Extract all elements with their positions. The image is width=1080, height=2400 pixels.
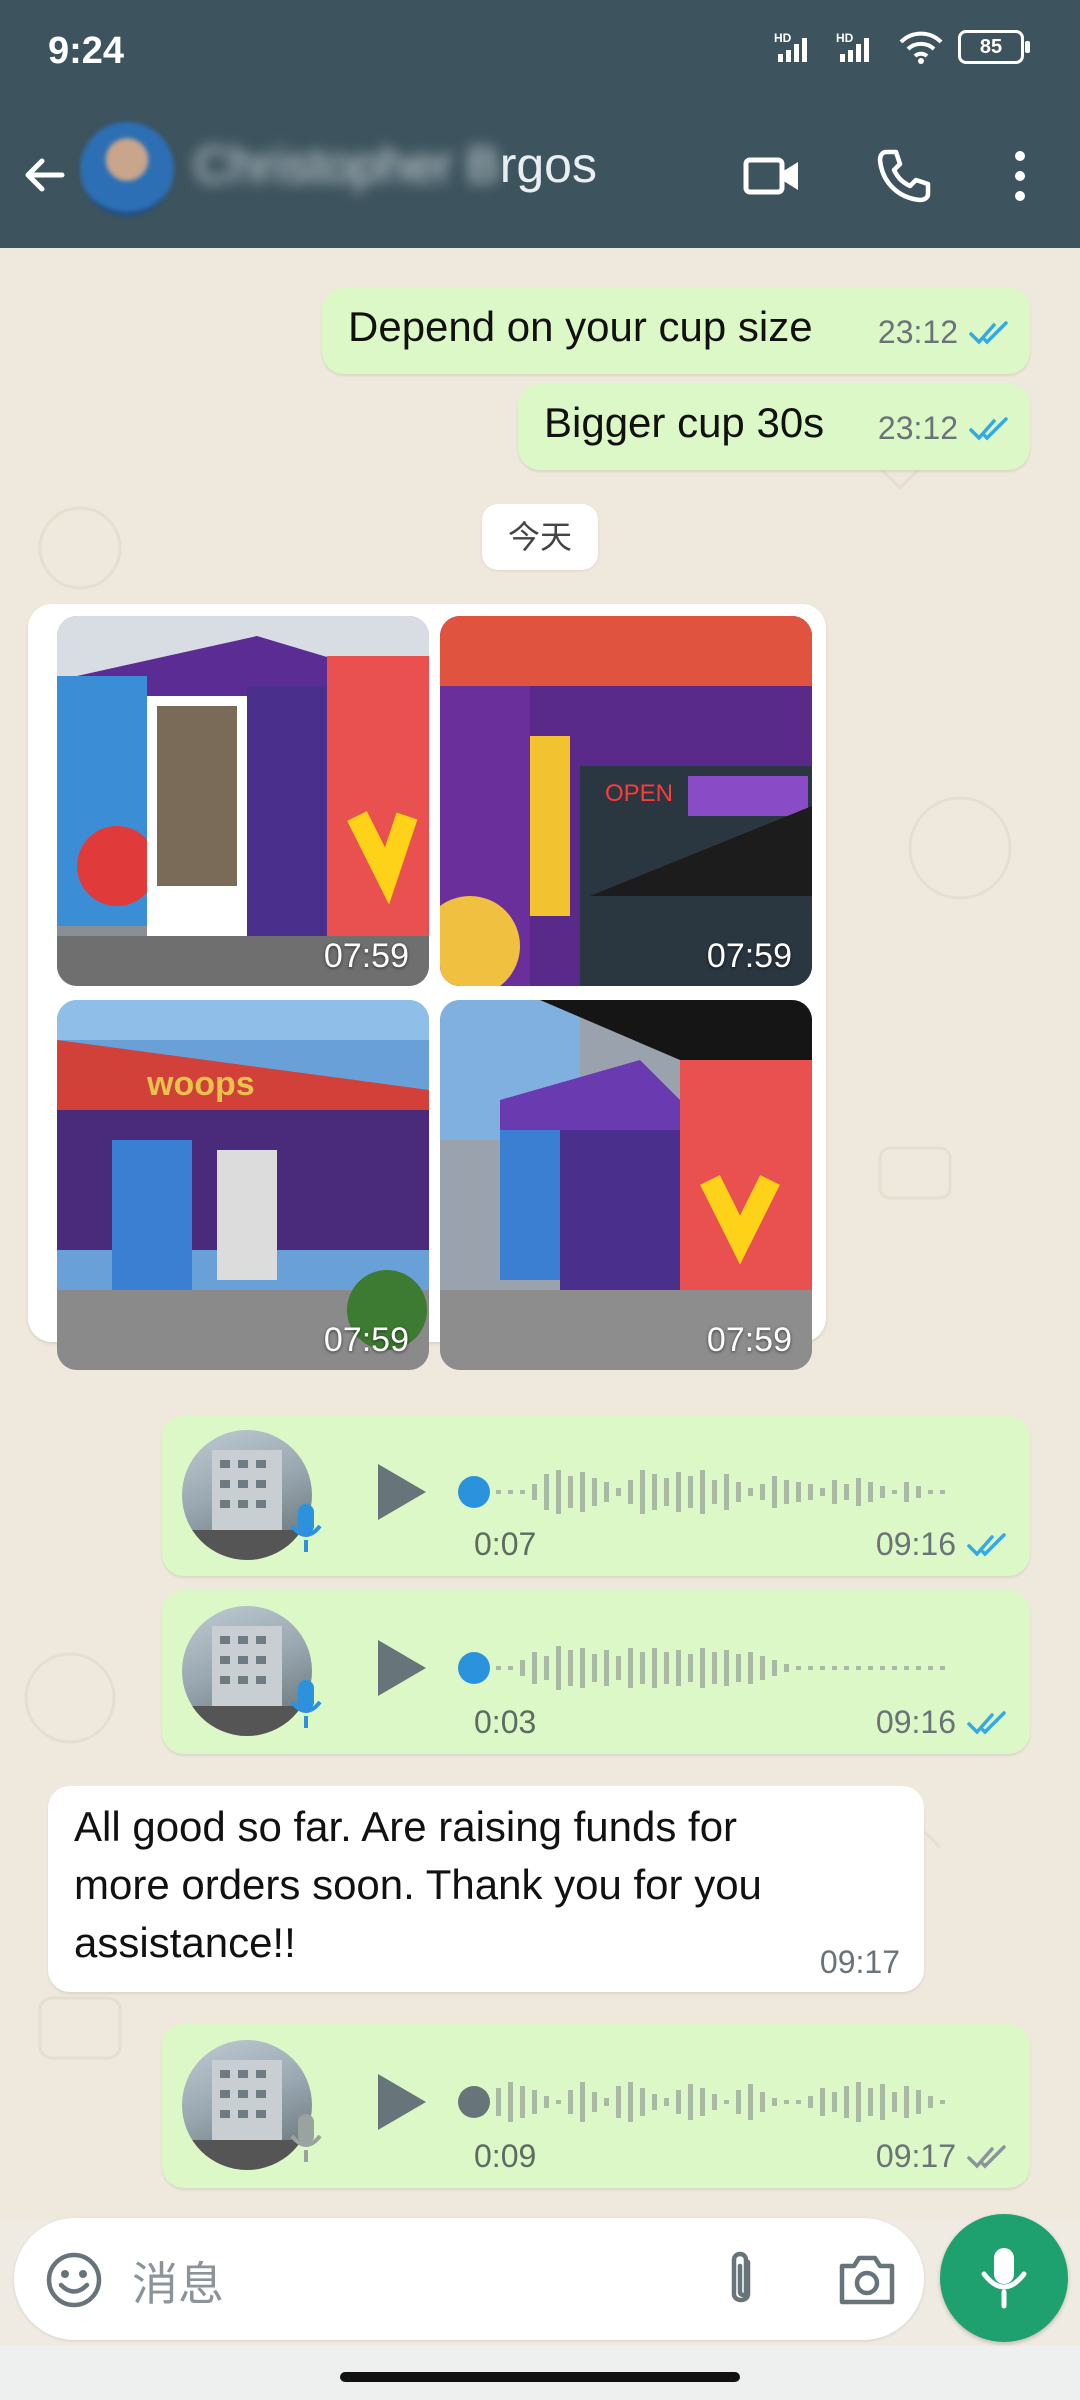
message-meta: 09:17: [876, 2138, 1010, 2175]
message-time: 09:16: [875, 1526, 956, 1562]
date-separator: 今天: [482, 504, 598, 570]
signal-icon: HD: [836, 31, 869, 62]
photo-thumbnail[interactable]: OPEN 07:59: [440, 616, 812, 986]
message-composer[interactable]: 消息: [14, 2218, 924, 2340]
photo-time: 07:59: [706, 937, 792, 975]
mic-icon: [290, 2114, 322, 2162]
home-indicator[interactable]: [340, 2372, 740, 2382]
chat-area[interactable]: Depend on your cup size 23:12 Bigger cup…: [0, 248, 1080, 2220]
double-check-delivered-icon: [967, 2144, 1006, 2169]
message-time: 09:16: [875, 1704, 956, 1740]
message-bubble-outgoing[interactable]: Bigger cup 30s 23:12: [518, 384, 1030, 470]
woops-store-photo: woops: [57, 1000, 429, 1370]
voice-record-button[interactable]: [940, 2214, 1068, 2342]
mic-icon: [290, 1504, 322, 1552]
message-bubble-outgoing[interactable]: Depend on your cup size 23:12: [322, 288, 1030, 374]
play-icon[interactable]: [368, 1460, 432, 1524]
message-time: 23:12: [877, 410, 958, 446]
more-vert-icon[interactable]: [988, 144, 1052, 208]
double-check-read-icon: [967, 1532, 1006, 1557]
message-time: 09:17: [819, 1944, 900, 1980]
photo-time: 07:59: [323, 937, 409, 975]
message-text: Bigger cup 30s: [544, 399, 825, 446]
photo-thumbnail[interactable]: 07:59: [57, 616, 429, 986]
chat-header: Christopher Brgos: [0, 108, 1080, 248]
contact-avatar[interactable]: [80, 122, 174, 216]
svg-text:OPEN: OPEN: [605, 780, 673, 807]
photo-thumbnail[interactable]: woops 07:59: [57, 1000, 429, 1370]
voice-message-bubble[interactable]: 0:03 09:16: [162, 1590, 1030, 1754]
message-line: assistance!!: [74, 1919, 296, 1966]
message-meta: 23:12: [878, 314, 1012, 351]
status-time: 9:24: [48, 30, 125, 72]
photo-thumbnail[interactable]: 07:59: [440, 1000, 812, 1370]
svg-text:HD: HD: [836, 31, 854, 45]
phone-icon[interactable]: [872, 144, 936, 208]
message-meta: 09:17: [820, 1944, 900, 1981]
emoji-icon[interactable]: [44, 2250, 104, 2310]
wifi-icon: [899, 31, 943, 64]
svg-text:HD: HD: [774, 31, 792, 45]
voice-message-bubble[interactable]: 0:07 09:16: [162, 1416, 1030, 1576]
battery-indicator: 85: [958, 30, 1030, 64]
status-icons: HD HD 85: [774, 30, 1030, 64]
voice-duration: 0:07: [474, 1526, 537, 1562]
back-arrow-icon[interactable]: [18, 148, 72, 202]
voice-waveform[interactable]: [458, 1638, 958, 1698]
attach-icon[interactable]: [714, 2248, 768, 2312]
camera-icon[interactable]: [836, 2250, 898, 2310]
svg-text:woops: woops: [146, 1065, 255, 1103]
double-check-read-icon: [967, 1710, 1006, 1735]
contact-name[interactable]: Christopher Brgos: [194, 136, 597, 194]
message-line: All good so far. Are raising funds for: [74, 1803, 738, 1850]
status-bar: 9:24 HD HD 85: [0, 0, 1080, 108]
voice-waveform[interactable]: [458, 1462, 958, 1522]
kiosk-side-photo: [440, 1000, 812, 1370]
microphone-icon: [981, 2248, 1027, 2309]
voice-duration: 0:09: [474, 2138, 537, 2174]
signal-icon: HD: [774, 31, 807, 62]
voice-duration: 0:03: [474, 1704, 537, 1740]
play-icon[interactable]: [368, 1636, 432, 1700]
message-time: 09:17: [875, 2138, 956, 2174]
photo-time: 07:59: [706, 1321, 792, 1359]
photo-album-message[interactable]: 07:59 OPEN 07:59 woops 07:59 07:59: [28, 604, 826, 1370]
message-time: 23:12: [877, 314, 958, 350]
message-bubble-incoming[interactable]: All good so far. Are raising funds for m…: [48, 1786, 924, 1992]
message-meta: 23:12: [878, 410, 1012, 447]
video-call-icon[interactable]: [740, 144, 804, 208]
photo-time: 07:59: [323, 1321, 409, 1359]
voice-message-bubble[interactable]: 0:09 09:17: [162, 2024, 1030, 2188]
double-check-read-icon: [969, 416, 1008, 441]
vending-kiosk-photo: [57, 616, 429, 986]
message-meta: 09:16: [876, 1704, 1010, 1741]
storefront-photo: OPEN: [440, 616, 812, 986]
play-icon[interactable]: [368, 2070, 432, 2134]
message-text: Depend on your cup size: [348, 303, 813, 350]
mic-icon: [290, 1680, 322, 1728]
message-input[interactable]: 消息: [132, 2248, 224, 2314]
message-line: more orders soon. Thank you for you: [74, 1861, 762, 1908]
redacted-name: Christopher B: [194, 137, 500, 193]
message-meta: 09:16: [876, 1526, 1010, 1563]
voice-waveform[interactable]: [458, 2072, 958, 2132]
double-check-read-icon: [969, 320, 1008, 345]
message-text: All good so far. Are raising funds for m…: [74, 1798, 762, 1972]
